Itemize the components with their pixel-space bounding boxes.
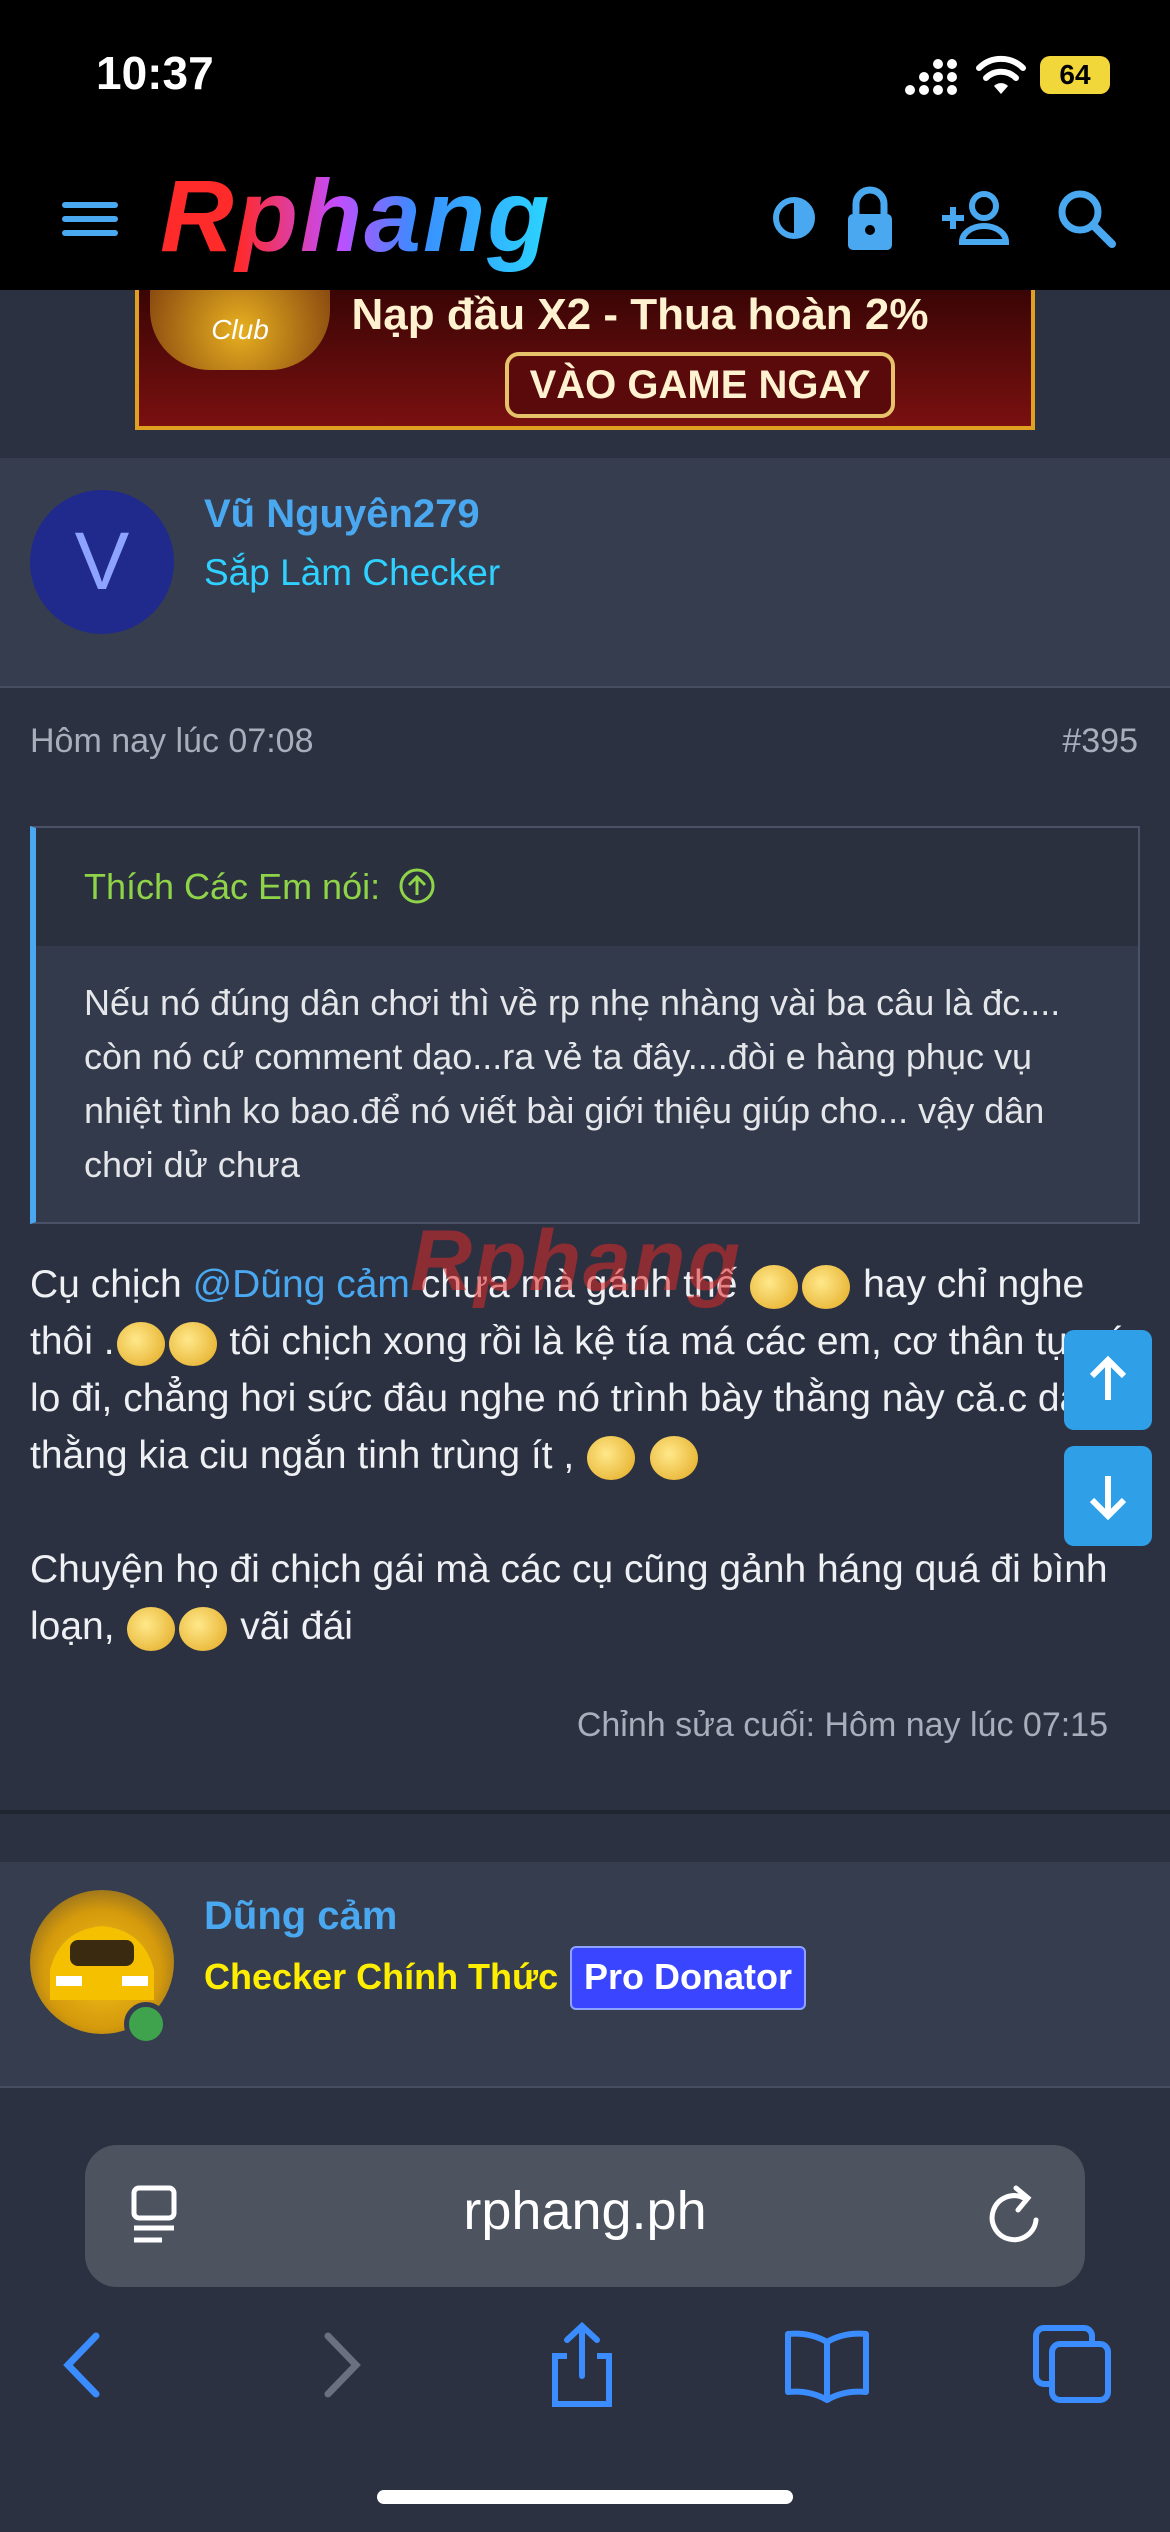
post-username[interactable]: Vũ Nguyên279 xyxy=(204,492,480,537)
next-post-user-title: Checker Chính Thức xyxy=(204,1956,559,1997)
reload-icon[interactable] xyxy=(980,2182,1050,2252)
emoji-thinking-icon xyxy=(750,1264,799,1309)
site-logo[interactable]: Rphang xyxy=(160,158,552,275)
cellular-signal-icon xyxy=(905,59,957,95)
lock-icon[interactable] xyxy=(830,178,910,258)
quote-author[interactable]: Thích Các Em nói: xyxy=(84,866,436,908)
post-user-title: Sắp Làm Checker xyxy=(204,552,501,593)
online-status-icon xyxy=(124,2002,168,2046)
post-body: Cụ chịch @Dũng cảm chưa mà gánh thế hay … xyxy=(30,1256,1140,1655)
scroll-top-button[interactable] xyxy=(1064,1330,1152,1430)
url-text[interactable]: rphang.ph xyxy=(85,2180,1085,2242)
post-date[interactable]: Hôm nay lúc 07:08 xyxy=(30,722,314,761)
arrow-up-icon xyxy=(1089,1355,1127,1400)
back-icon[interactable] xyxy=(40,2320,130,2410)
avatar[interactable]: V xyxy=(30,490,174,634)
battery-indicator: 64 xyxy=(1040,56,1110,94)
register-user-icon[interactable] xyxy=(938,178,1018,258)
next-post-username[interactable]: Dũng cảm xyxy=(204,1894,397,1939)
last-edited: Chỉnh sửa cuối: Hôm nay lúc 07:15 xyxy=(576,1706,1108,1744)
menu-icon[interactable] xyxy=(50,178,130,258)
post-divider xyxy=(0,1810,1170,1814)
search-icon[interactable] xyxy=(1046,178,1126,258)
theme-toggle-icon[interactable] xyxy=(754,178,834,258)
post-user-card xyxy=(0,458,1170,688)
emoji-magnet-icon xyxy=(587,1435,636,1480)
scroll-bottom-button[interactable] xyxy=(1064,1446,1152,1546)
home-indicator[interactable] xyxy=(377,2490,793,2504)
emoji-thinking-icon xyxy=(127,1606,176,1651)
jump-to-quote-icon[interactable] xyxy=(398,867,436,905)
user-badge: Pro Donator xyxy=(570,1946,807,2010)
emoji-magnet-icon xyxy=(802,1264,851,1309)
post-paragraph: Chuyện họ đi chịch gái mà các cụ cũng gả… xyxy=(30,1541,1140,1655)
arrow-down-icon xyxy=(1089,1476,1127,1521)
post-number[interactable]: #395 xyxy=(1062,722,1138,761)
user-mention-link[interactable]: @Dũng cảm xyxy=(193,1263,410,1306)
tabs-icon[interactable] xyxy=(1028,2320,1118,2410)
emoji-laugh-icon xyxy=(179,1606,228,1651)
banner-play-button[interactable]: VÀO GAME NGAY xyxy=(505,352,895,418)
emoji-laugh-icon xyxy=(168,1321,217,1366)
quote-text: Nếu nó đúng dân chơi thì về rp nhẹ nhàng… xyxy=(84,982,1061,1185)
share-icon[interactable] xyxy=(537,2320,627,2410)
emoji-thinking-icon xyxy=(116,1321,165,1366)
status-time: 10:37 xyxy=(96,47,214,99)
forward-icon[interactable] xyxy=(294,2320,384,2410)
site-watermark: Rphang xyxy=(410,1213,743,1309)
bookmarks-icon[interactable] xyxy=(782,2320,872,2410)
emoji-thumbs-up-icon xyxy=(649,1435,698,1480)
wifi-icon xyxy=(976,55,1026,94)
banner-text: Nạp đầu X2 - Thua hoàn 2% xyxy=(351,290,929,339)
